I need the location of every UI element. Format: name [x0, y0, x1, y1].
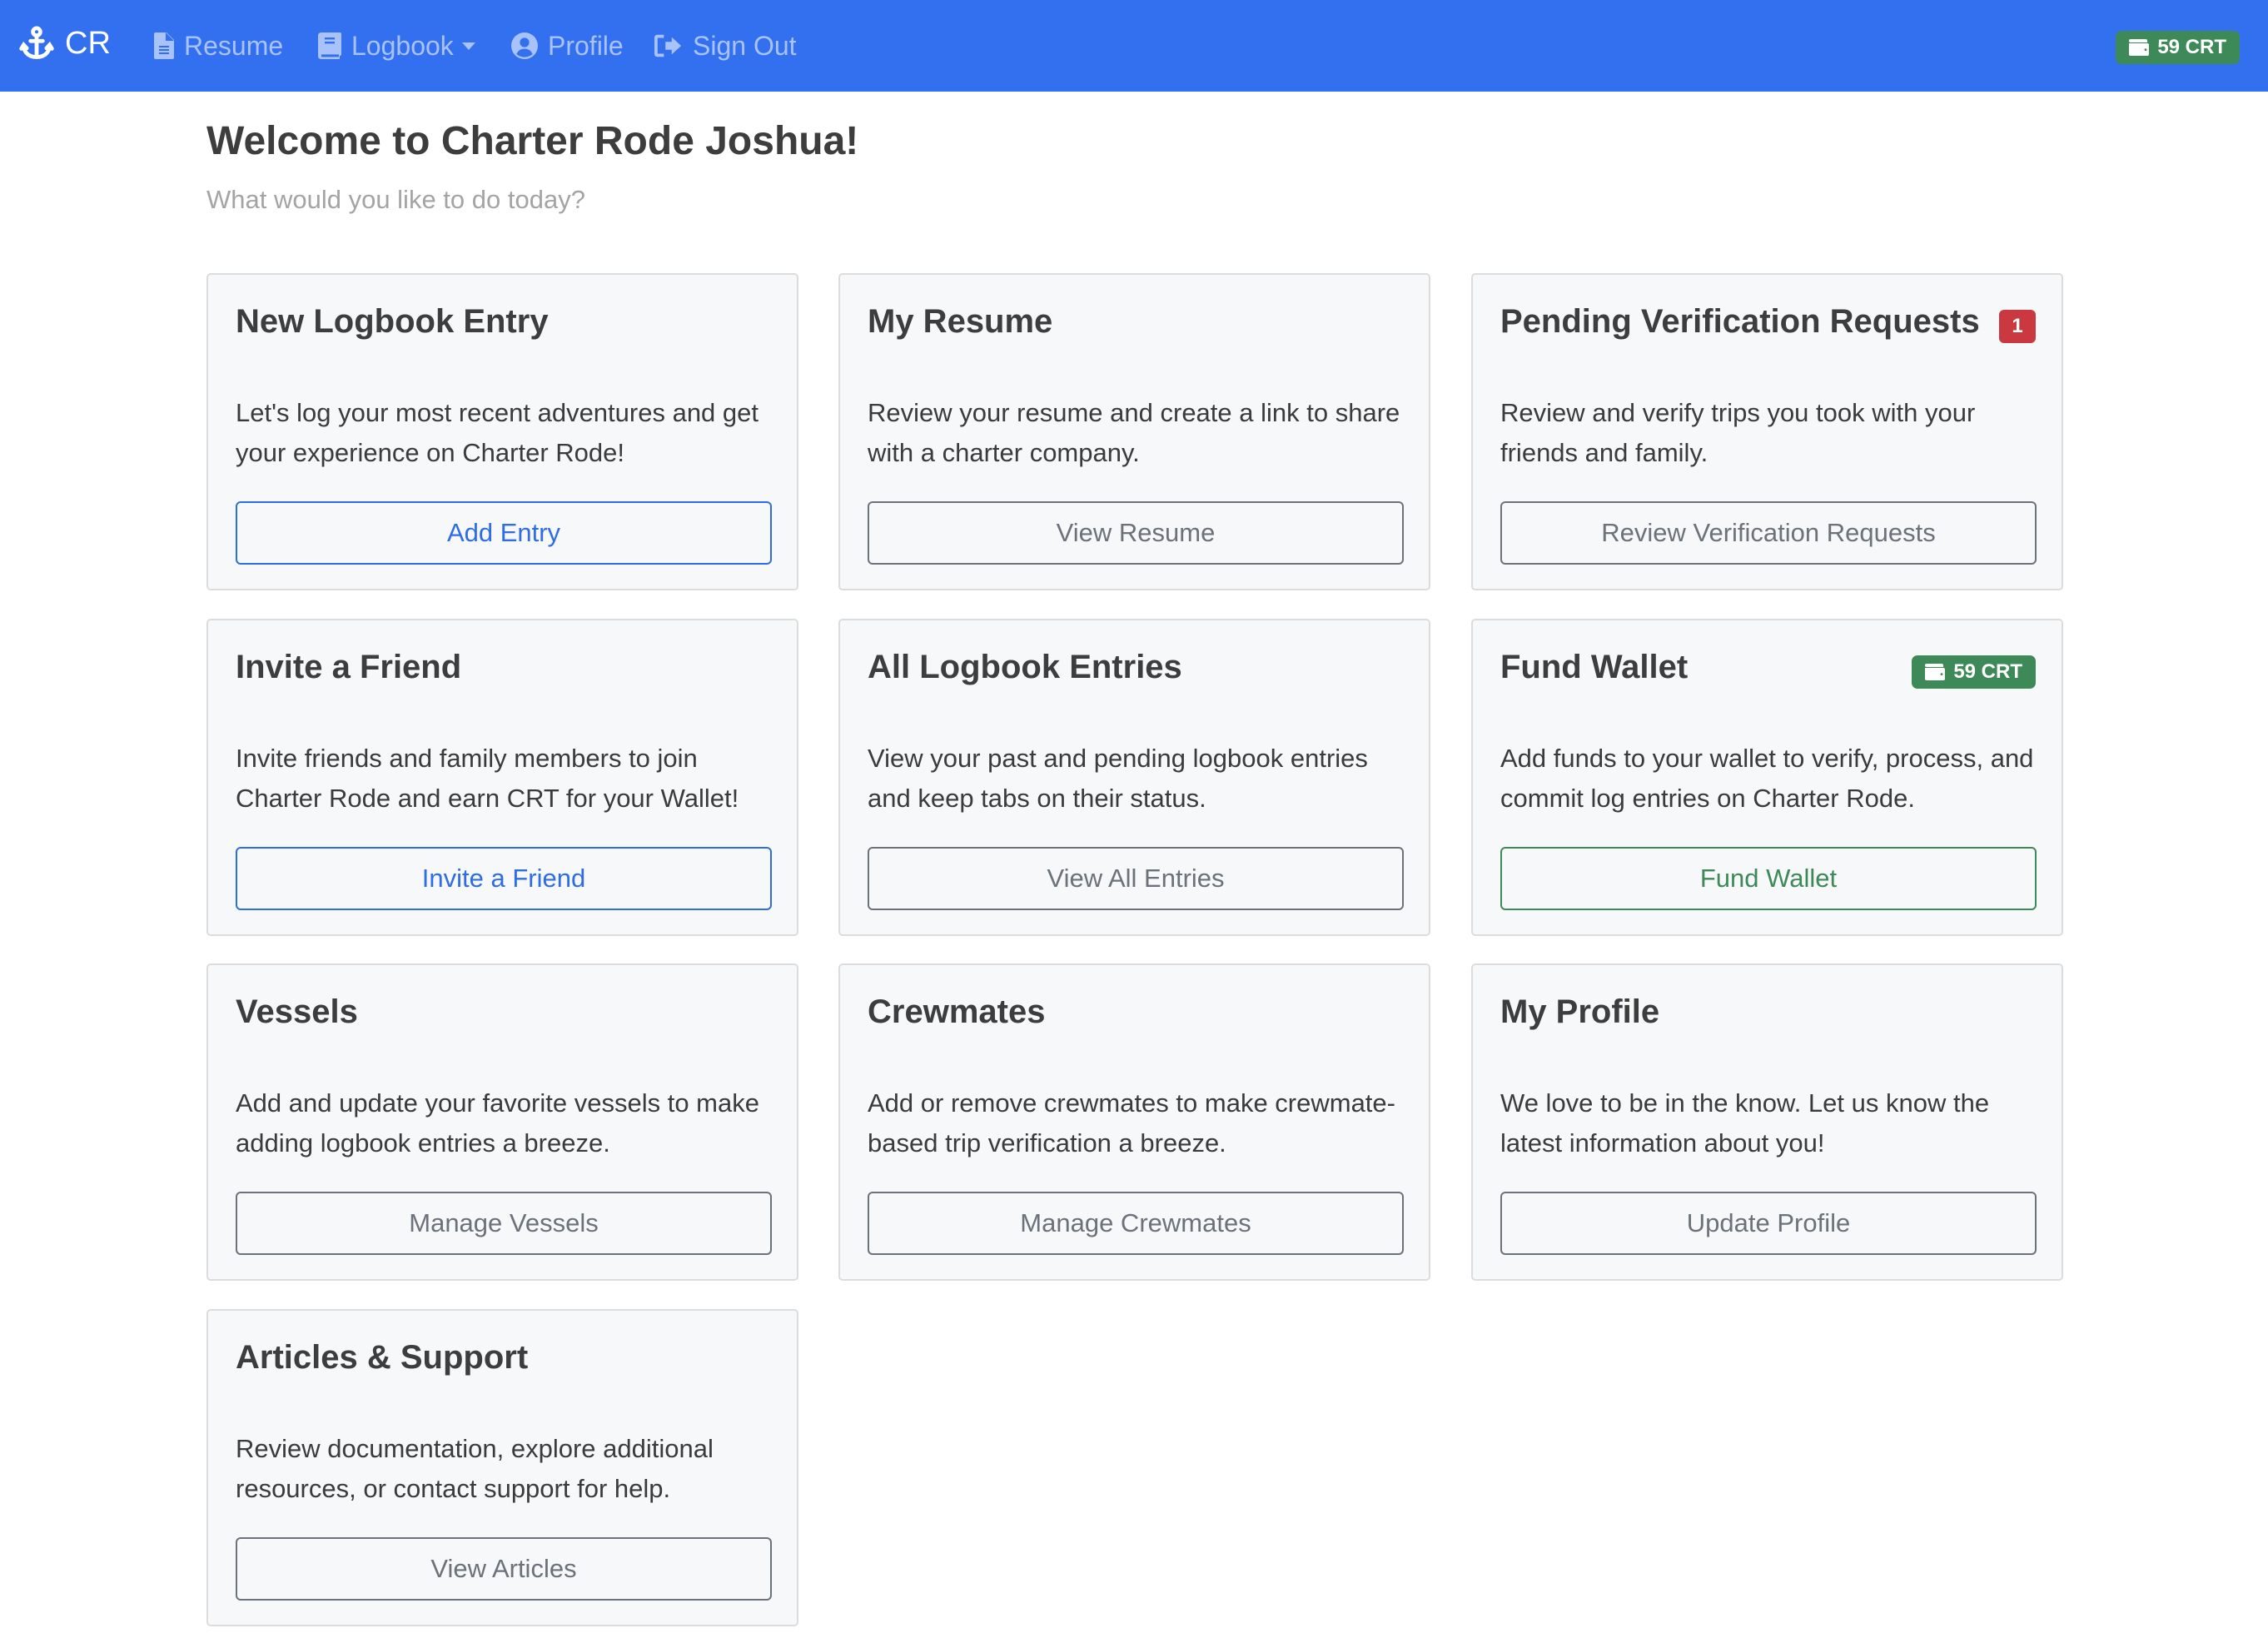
card-text: We love to be in the know. Let us know t… [1500, 1088, 1990, 1158]
file-icon [154, 32, 174, 59]
card-title: My Resume [868, 303, 1053, 340]
card-pending-verification: Pending Verification Requests 1 Review a… [1471, 273, 2063, 590]
brand-text: CR [65, 25, 111, 61]
nav-logbook-dropdown[interactable]: Logbook [318, 25, 475, 67]
invite-friend-button[interactable]: Invite a Friend [236, 847, 772, 910]
nav-resume-label: Resume [184, 30, 284, 61]
card-title: All Logbook Entries [868, 649, 1182, 685]
wallet-balance-text: 59 CRT [1953, 660, 2022, 683]
user-circle-icon [511, 32, 538, 59]
page-title: Welcome to Charter Rode Joshua! [206, 119, 859, 163]
navbar: CR Resume Logbook Profile Sign Out 59 CR… [0, 0, 2268, 92]
wallet-balance-text: 59 CRT [2157, 36, 2226, 58]
view-resume-button[interactable]: View Resume [868, 501, 1404, 565]
card-vessels: Vessels Add and update your favorite ves… [206, 963, 798, 1281]
card-my-profile: My Profile We love to be in the know. Le… [1471, 963, 2063, 1281]
manage-vessels-button[interactable]: Manage Vessels [236, 1192, 772, 1255]
wallet-icon [2129, 39, 2150, 56]
wallet-balance-badge[interactable]: 59 CRT [2116, 31, 2240, 64]
card-new-logbook-entry: New Logbook Entry Let's log your most re… [206, 273, 798, 590]
nav-sign-out[interactable]: Sign Out [654, 25, 797, 67]
book-icon [318, 32, 341, 59]
card-text: Add or remove crewmates to make crewmate… [868, 1088, 1395, 1158]
card-title: My Profile [1500, 993, 1660, 1030]
card-crewmates: Crewmates Add or remove crewmates to mak… [838, 963, 1430, 1281]
card-invite-friend: Invite a Friend Invite friends and famil… [206, 619, 798, 936]
wallet-balance-badge: 59 CRT [1912, 655, 2036, 689]
card-fund-wallet: Fund Wallet 59 CRT Add funds to your wal… [1471, 619, 2063, 936]
card-text: Review and verify trips you took with yo… [1500, 398, 1976, 467]
card-title: Invite a Friend [236, 649, 462, 685]
card-title: Crewmates [868, 993, 1046, 1030]
card-text: Review documentation, explore additional… [236, 1434, 714, 1503]
add-entry-button[interactable]: Add Entry [236, 501, 772, 565]
card-all-logbook-entries: All Logbook Entries View your past and p… [838, 619, 1430, 936]
card-text: View your past and pending logbook entri… [868, 744, 1368, 813]
card-text: Let's log your most recent adventures an… [236, 398, 759, 467]
nav-profile[interactable]: Profile [511, 25, 624, 67]
card-text: Invite friends and family members to joi… [236, 744, 739, 813]
anchor-icon [19, 26, 54, 59]
wallet-icon [1925, 664, 1946, 680]
card-title: Articles & Support [236, 1339, 529, 1376]
view-all-entries-button[interactable]: View All Entries [868, 847, 1404, 910]
nav-sign-out-label: Sign Out [693, 30, 797, 61]
sign-out-icon [654, 34, 682, 57]
card-title: New Logbook Entry [236, 303, 549, 340]
nav-logbook-label: Logbook [351, 30, 454, 61]
card-text: Add funds to your wallet to verify, proc… [1500, 744, 2034, 813]
brand-link[interactable]: CR [18, 25, 111, 62]
manage-crewmates-button[interactable]: Manage Crewmates [868, 1192, 1404, 1255]
card-text: Add and update your favorite vessels to … [236, 1088, 759, 1158]
nav-profile-label: Profile [548, 30, 624, 61]
card-articles-support: Articles & Support Review documentation,… [206, 1309, 798, 1626]
page-subtitle: What would you like to do today? [206, 185, 585, 214]
view-articles-button[interactable]: View Articles [236, 1537, 772, 1601]
card-my-resume: My Resume Review your resume and create … [838, 273, 1430, 590]
pending-count-badge: 1 [1999, 310, 2036, 343]
card-text: Review your resume and create a link to … [868, 398, 1400, 467]
card-title: Vessels [236, 993, 358, 1030]
nav-resume[interactable]: Resume [154, 25, 283, 67]
card-title: Fund Wallet [1500, 649, 1689, 685]
review-verification-button[interactable]: Review Verification Requests [1500, 501, 2037, 565]
fund-wallet-button[interactable]: Fund Wallet [1500, 847, 2037, 910]
update-profile-button[interactable]: Update Profile [1500, 1192, 2037, 1255]
chevron-down-icon [461, 42, 475, 50]
card-title: Pending Verification Requests [1500, 303, 1980, 340]
